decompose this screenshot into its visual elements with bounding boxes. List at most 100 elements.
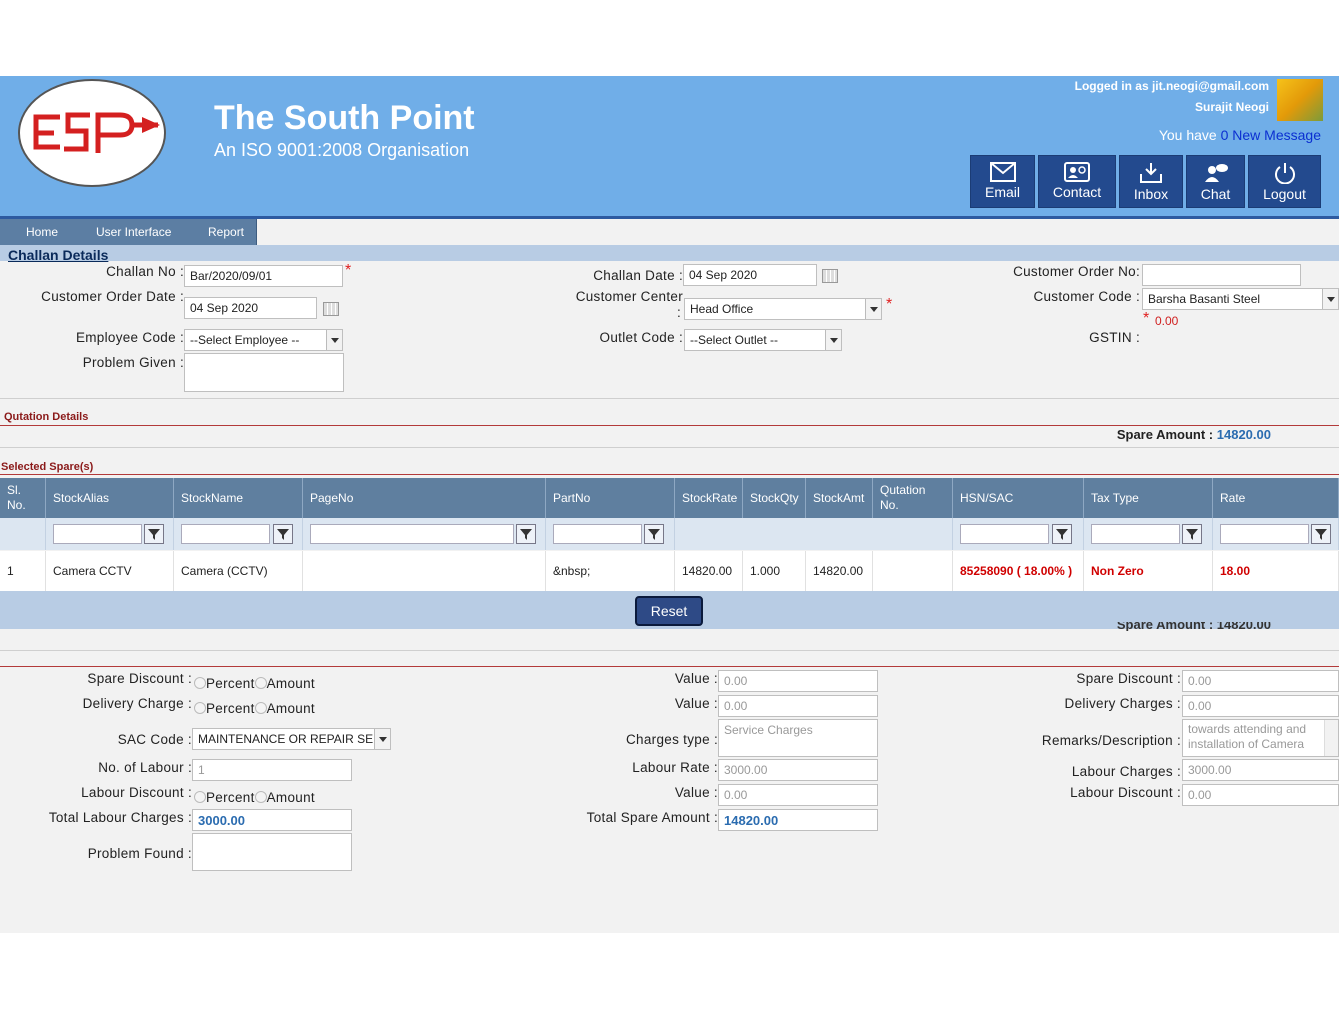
employee-code-select[interactable]: --Select Employee -- [184,329,343,351]
remarks-textarea[interactable]: towards attending and installation of Ca… [1182,719,1339,757]
labour-count-input[interactable]: 1 [192,759,352,781]
problem-given-label: Problem Given : [82,355,184,370]
spare-amount-label: Spare Amount : [1116,427,1214,442]
calendar-icon[interactable] [323,302,339,316]
percent-radio[interactable] [194,702,206,714]
logout-label: Logout [1263,186,1306,202]
col-header-rate[interactable]: Rate [1213,478,1339,518]
r-spare-discount-label: Spare Discount : [1076,671,1181,686]
spare-amount-value: 14820.00 [1216,427,1271,442]
spare-discount-label: Spare Discount : [87,671,192,686]
menu-bar: Home User Interface Report [0,219,1339,245]
col-header-stock-name[interactable]: StockName [174,478,303,518]
customer-order-no-input[interactable] [1142,264,1301,286]
filter-input[interactable] [181,524,270,544]
r-labour-discount-label: Labour Discount : [1070,785,1181,800]
percent-radio[interactable] [194,791,206,803]
chevron-down-icon[interactable] [326,330,342,350]
new-message-link[interactable]: 0 New Message [1221,127,1321,143]
chevron-down-icon[interactable] [374,729,390,749]
logged-in-text: Logged in as jit.neogi@gmail.com [1074,79,1269,93]
chevron-down-icon[interactable] [1322,289,1338,309]
challan-date-label: Challan Date : [593,268,683,283]
filter-icon[interactable] [144,524,164,544]
r-spare-discount-input[interactable]: 0.00 [1182,670,1339,692]
percent-label: Percent [206,676,255,691]
inbox-label: Inbox [1133,186,1169,202]
customer-order-date-input[interactable]: 04 Sep 2020 [184,297,317,319]
filter-icon[interactable] [1052,524,1072,544]
scrollbar[interactable] [1324,720,1338,756]
col-header-stock-alias[interactable]: StockAlias [46,478,174,518]
col-header-stock-amt[interactable]: StockAmt [806,478,873,518]
filter-icon[interactable] [516,524,536,544]
chevron-down-icon[interactable] [865,299,881,319]
reset-button[interactable]: Reset [635,596,703,626]
col-header-part-no[interactable]: PartNo [546,478,675,518]
total-spare-input[interactable]: 14820.00 [718,809,878,831]
cell-stock-qty: 1.000 [743,551,806,591]
challan-date-input[interactable]: 04 Sep 2020 [683,264,817,286]
chevron-down-icon[interactable] [825,330,841,350]
challan-no-input[interactable]: Bar/2020/09/01 [184,265,343,287]
logout-button[interactable]: Logout [1248,155,1321,208]
menu-user-interface[interactable]: User Interface [96,225,171,239]
filter-icon[interactable] [1311,524,1331,544]
problem-found-textarea[interactable] [192,833,352,871]
filter-input[interactable] [553,524,642,544]
filter-input[interactable] [53,524,142,544]
menu-report[interactable]: Report [208,225,244,239]
outlet-code-select[interactable]: --Select Outlet -- [684,329,842,351]
r-delivery-input[interactable]: 0.00 [1182,695,1339,717]
r-delivery-label: Delivery Charges : [1064,696,1181,711]
customer-center-select[interactable]: Head Office [684,298,882,320]
customer-order-no-label: Customer Order No: [1013,264,1140,279]
col-header-tax-type[interactable]: Tax Type [1084,478,1213,518]
filter-cell [303,518,546,550]
delivery-charge-type: Percent Amount [194,701,315,716]
amount-radio[interactable] [254,677,267,689]
col-header-stock-qty[interactable]: StockQty [743,478,806,518]
r-labour-charges-input[interactable]: 3000.00 [1182,759,1339,781]
contact-button[interactable]: Contact [1038,155,1116,208]
delivery-charge-value-input[interactable]: 0.00 [718,695,878,717]
col-header-sl-no[interactable]: Sl. No. [0,478,46,518]
col-header-stock-rate[interactable]: StockRate [675,478,743,518]
customer-code-select[interactable]: Barsha Basanti Steel [1142,288,1339,310]
filter-icon[interactable] [273,524,293,544]
col-header-quotation-no[interactable]: Qutation No. [873,478,953,518]
percent-radio[interactable] [194,677,206,689]
r-labour-discount-input[interactable]: 0.00 [1182,784,1339,806]
user-name: Surajit Neogi [1194,100,1269,114]
problem-given-textarea[interactable] [184,353,344,392]
email-button[interactable]: Email [970,155,1035,208]
filter-input[interactable] [960,524,1049,544]
cell-sl-no: 1 [0,551,46,591]
col-header-hsn-sac[interactable]: HSN/SAC [953,478,1084,518]
message-prefix: You have [1158,127,1217,143]
total-labour-input[interactable]: 3000.00 [192,809,352,831]
amount-radio[interactable] [254,702,267,714]
menu-home[interactable]: Home [26,225,58,239]
table-row[interactable]: 1 Camera CCTV Camera (CCTV) &nbsp; 14820… [0,551,1339,591]
amount-radio[interactable] [254,791,267,803]
calendar-icon[interactable] [822,269,838,283]
filter-input[interactable] [1091,524,1180,544]
chat-button[interactable]: Chat [1186,155,1245,208]
labour-discount-value-input[interactable]: 0.00 [718,784,878,806]
divider [0,650,1339,651]
col-header-page-no[interactable]: PageNo [303,478,546,518]
filter-icon[interactable] [644,524,664,544]
cell-stock-alias: Camera CCTV [46,551,174,591]
sac-code-select[interactable]: MAINTENANCE OR REPAIR SERV [192,728,391,750]
required-marker: * [886,296,893,313]
filter-input[interactable] [310,524,514,544]
spare-discount-value-input[interactable]: 0.00 [718,670,878,692]
filter-icon[interactable] [1182,524,1202,544]
filter-input[interactable] [1220,524,1309,544]
charges-type-input[interactable]: Service Charges [718,719,878,757]
inbox-button[interactable]: Inbox [1119,155,1183,208]
contact-label: Contact [1052,184,1102,200]
avatar[interactable] [1277,79,1323,121]
labour-rate-input[interactable]: 3000.00 [718,759,878,781]
